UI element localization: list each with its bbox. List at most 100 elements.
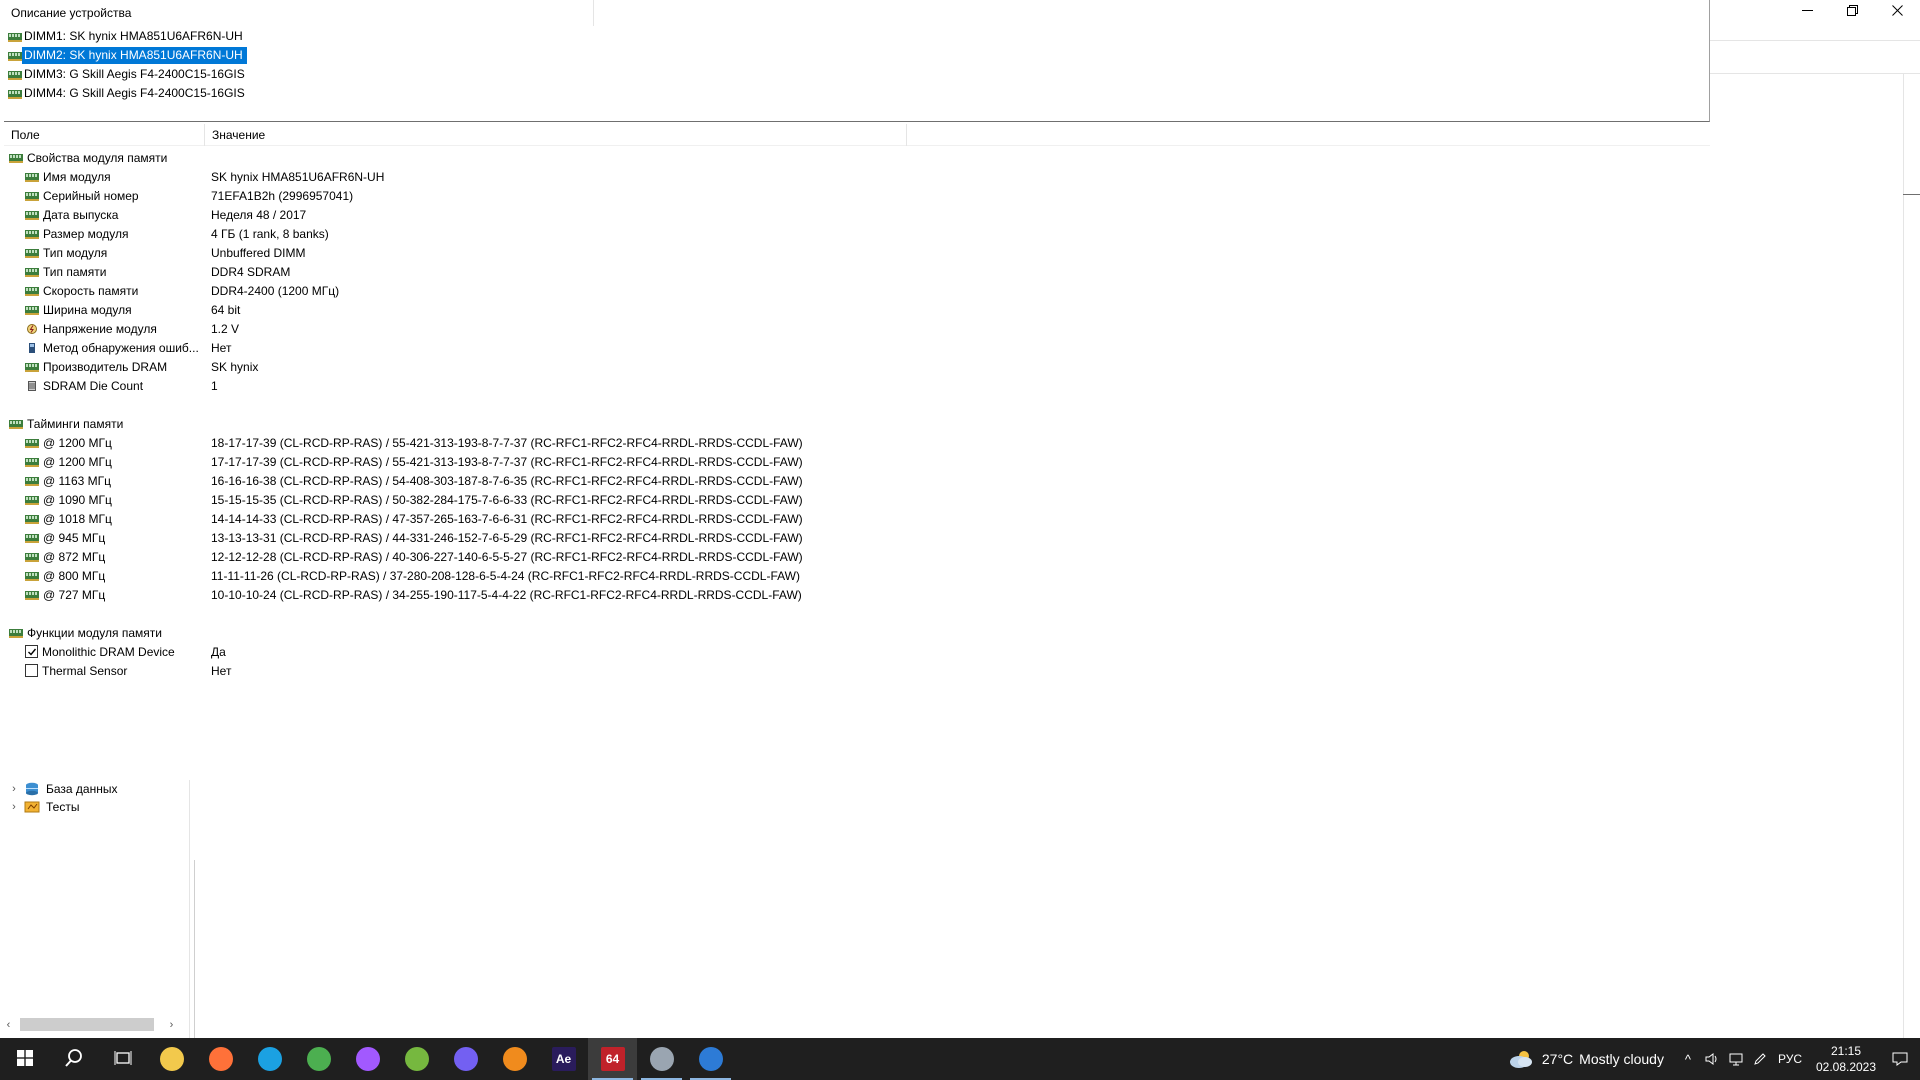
show-hidden-icons-button[interactable]: ^ bbox=[1676, 1038, 1700, 1080]
property-field-label: @ 1090 МГц bbox=[43, 492, 112, 507]
property-row[interactable]: Скорость памяти DDR4-2400 (1200 МГц) bbox=[4, 281, 803, 300]
device-list-item[interactable]: DIMM4: G Skill Aegis F4-2400C15-16GIS bbox=[8, 84, 249, 103]
property-value: 64 bit bbox=[211, 302, 241, 317]
property-row[interactable]: @ 872 МГц 12-12-12-28 (CL-RCD-RP-RAS) / 4… bbox=[4, 547, 803, 566]
file-explorer-app[interactable] bbox=[147, 1038, 196, 1080]
utorrent-app[interactable] bbox=[392, 1038, 441, 1080]
system-tray: 27°C Mostly cloudy ^ РУС 21:15 02.08.202… bbox=[1508, 1038, 1920, 1080]
property-row[interactable]: @ 945 МГц 13-13-13-31 (CL-RCD-RP-RAS) / 4… bbox=[4, 528, 803, 547]
property-field-label: Ширина модуля bbox=[43, 302, 132, 317]
property-row[interactable]: Производитель DRAM SK hynix bbox=[4, 357, 803, 376]
property-row[interactable]: SDRAM Die Count 1 bbox=[4, 376, 803, 395]
after-effects-app[interactable]: Ae bbox=[539, 1038, 588, 1080]
error-detect-icon bbox=[25, 342, 39, 353]
close-icon bbox=[1892, 4, 1903, 16]
property-row[interactable]: Серийный номер 71EFA1B2h (2996957041) bbox=[4, 186, 803, 205]
property-field-label: SDRAM Die Count bbox=[43, 378, 144, 393]
property-row[interactable]: @ 727 МГц 10-10-10-24 (CL-RCD-RP-RAS) / 3… bbox=[4, 585, 803, 604]
ram-icon bbox=[25, 172, 39, 182]
device-description-header[interactable]: Описание устройства bbox=[4, 0, 594, 26]
property-row[interactable]: @ 1163 МГц 16-16-16-38 (CL-RCD-RP-RAS) / … bbox=[4, 471, 803, 490]
property-row[interactable]: @ 1200 МГц 17-17-17-39 (CL-RCD-RP-RAS) / … bbox=[4, 452, 803, 471]
property-field-label: Скорость памяти bbox=[43, 283, 139, 298]
ram-icon bbox=[25, 362, 39, 372]
firefox-app[interactable] bbox=[196, 1038, 245, 1080]
property-value: Нет bbox=[211, 663, 232, 678]
property-field-label: Имя модуля bbox=[43, 169, 111, 184]
property-row[interactable]: Thermal Sensor Нет bbox=[4, 661, 803, 680]
aida64-app[interactable]: 64 bbox=[588, 1038, 637, 1080]
chrome-app[interactable] bbox=[294, 1038, 343, 1080]
device-list-item[interactable]: DIMM1: SK hynix HMA851U6AFR6N-UH bbox=[8, 27, 249, 46]
vertical-scrollbar-track[interactable] bbox=[1903, 73, 1904, 1038]
notification-icon bbox=[1892, 1052, 1908, 1066]
property-row[interactable]: Размер модуля 4 ГБ (1 rank, 8 banks) bbox=[4, 224, 803, 243]
vlc-app[interactable] bbox=[490, 1038, 539, 1080]
property-field-label: Тип памяти bbox=[43, 264, 107, 279]
property-field: @ 945 МГц bbox=[4, 531, 211, 545]
property-row[interactable]: @ 1090 МГц 15-15-15-35 (CL-RCD-RP-RAS) / … bbox=[4, 490, 803, 509]
pen-button[interactable] bbox=[1748, 1038, 1772, 1080]
volume-button[interactable] bbox=[1700, 1038, 1724, 1080]
column-header-field[interactable]: Поле bbox=[4, 124, 205, 146]
start-button[interactable] bbox=[0, 1038, 49, 1080]
property-row[interactable]: @ 1018 МГц 14-14-14-33 (CL-RCD-RP-RAS) / … bbox=[4, 509, 803, 528]
property-row[interactable]: @ 800 МГц 11-11-11-26 (CL-RCD-RP-RAS) / 3… bbox=[4, 566, 803, 585]
chevron-right-icon[interactable]: › bbox=[6, 801, 22, 813]
property-field: Дата выпуска bbox=[4, 208, 211, 222]
photos-app[interactable] bbox=[686, 1038, 735, 1080]
property-row[interactable]: Тип модуля Unbuffered DIMM bbox=[4, 243, 803, 262]
ram-icon bbox=[25, 286, 39, 296]
property-row[interactable]: Monolithic DRAM Device Да bbox=[4, 642, 803, 661]
property-field: Thermal Sensor bbox=[4, 664, 211, 678]
speaker-icon bbox=[1705, 1053, 1717, 1065]
chevron-right-icon[interactable]: › bbox=[6, 783, 22, 795]
ram-icon bbox=[25, 533, 39, 543]
close-button[interactable] bbox=[1875, 0, 1920, 20]
settings-app[interactable] bbox=[637, 1038, 686, 1080]
input-language-indicator[interactable]: РУС bbox=[1778, 1052, 1802, 1066]
column-header-value[interactable]: Значение bbox=[205, 124, 907, 146]
property-row[interactable]: Дата выпуска Неделя 48 / 2017 bbox=[4, 205, 803, 224]
scroll-left-icon[interactable]: ‹ bbox=[0, 1019, 17, 1031]
ram-icon bbox=[25, 514, 39, 524]
property-field: @ 1200 МГц bbox=[4, 436, 211, 450]
property-field: @ 1200 МГц bbox=[4, 455, 211, 469]
device-description-panel: Описание устройства DIMM1: SK hynix HMA8… bbox=[4, 0, 1710, 122]
windows-icon bbox=[16, 1049, 33, 1069]
window-controls bbox=[1785, 0, 1920, 20]
weather-widget[interactable]: 27°C Mostly cloudy bbox=[1508, 1049, 1664, 1069]
property-row[interactable]: Ширина модуля 64 bit bbox=[4, 300, 803, 319]
property-group-header[interactable]: Тайминги памяти bbox=[4, 414, 803, 433]
property-row[interactable]: @ 1200 МГц 18-17-17-39 (CL-RCD-RP-RAS) / … bbox=[4, 433, 803, 452]
property-row[interactable]: Тип памяти DDR4 SDRAM bbox=[4, 262, 803, 281]
property-value: Да bbox=[211, 644, 226, 659]
viber-app[interactable] bbox=[441, 1038, 490, 1080]
device-list-item[interactable]: DIMM2: SK hynix HMA851U6AFR6N-UH bbox=[8, 46, 249, 65]
network-button[interactable] bbox=[1724, 1038, 1748, 1080]
edge-app[interactable] bbox=[245, 1038, 294, 1080]
clock[interactable]: 21:15 02.08.2023 bbox=[1812, 1043, 1880, 1075]
property-group-header[interactable]: Функции модуля памяти bbox=[4, 623, 803, 642]
ram-icon bbox=[25, 590, 39, 600]
property-field: Скорость памяти bbox=[4, 284, 211, 298]
scroll-right-icon[interactable]: › bbox=[163, 1019, 180, 1031]
chevron-up-icon: ^ bbox=[1684, 1051, 1692, 1067]
tree-horizontal-scrollbar[interactable]: ‹ › bbox=[0, 1016, 190, 1033]
task-view-button[interactable] bbox=[98, 1038, 147, 1080]
tree-item[interactable]: › База данных bbox=[6, 780, 117, 798]
property-group-header[interactable]: Свойства модуля памяти bbox=[4, 148, 803, 167]
property-row[interactable]: Напряжение модуля 1.2 V bbox=[4, 319, 803, 338]
notifications-button[interactable] bbox=[1880, 1038, 1920, 1080]
scroll-thumb[interactable] bbox=[20, 1018, 154, 1031]
search-button[interactable] bbox=[49, 1038, 98, 1080]
property-value: 14-14-14-33 (CL-RCD-RP-RAS) / 47-357-265… bbox=[211, 511, 803, 526]
property-row[interactable]: Метод обнаружения ошиб... Нет bbox=[4, 338, 803, 357]
device-list-item[interactable]: DIMM3: G Skill Aegis F4-2400C15-16GIS bbox=[8, 65, 249, 84]
tree-item[interactable]: › Тесты bbox=[6, 798, 117, 816]
minimize-button[interactable] bbox=[1785, 0, 1830, 20]
property-field: Тип памяти bbox=[4, 265, 211, 279]
property-row[interactable]: Имя модуля SK hynix HMA851U6AFR6N-UH bbox=[4, 167, 803, 186]
restore-button[interactable] bbox=[1830, 0, 1875, 20]
figma-app[interactable] bbox=[343, 1038, 392, 1080]
